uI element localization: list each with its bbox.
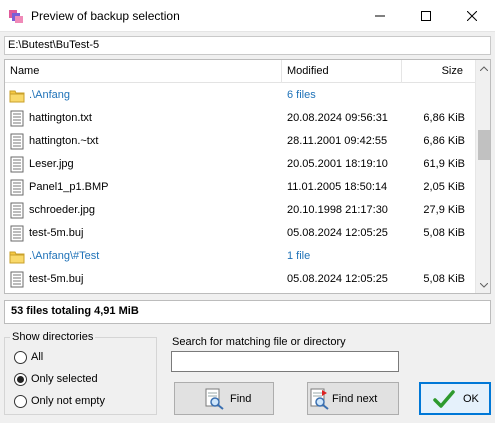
- cell-size: 6,86 KiB: [423, 135, 465, 147]
- file-icon: [9, 202, 25, 219]
- cell-name: test-5m.buj: [29, 273, 84, 285]
- scroll-down-button[interactable]: [476, 277, 490, 293]
- file-row[interactable]: test-5m.buj 05.08.2024 12:05:25 5,08 KiB: [5, 268, 475, 291]
- radio-only-not-empty[interactable]: Only not empty: [14, 393, 105, 409]
- cell-modified: 20.05.2001 18:19:10: [287, 158, 388, 170]
- radio-label: Only not empty: [31, 395, 105, 407]
- close-button[interactable]: [449, 0, 495, 31]
- folder-row[interactable]: .\Anfang 6 files: [5, 84, 475, 107]
- chevron-down-icon: [480, 282, 488, 288]
- find-next-label: Find next: [332, 392, 378, 405]
- cell-size: 5,08 KiB: [423, 273, 465, 285]
- find-next-button[interactable]: Find next: [307, 382, 399, 415]
- search-label: Search for matching file or directory: [172, 336, 346, 348]
- file-row[interactable]: test-5m.buj 05.08.2024 12:05:25 5,08 KiB: [5, 222, 475, 245]
- maximize-icon: [421, 10, 431, 21]
- cell-modified: 28.11.2001 09:42:55: [287, 135, 388, 147]
- vertical-scrollbar[interactable]: [475, 60, 490, 293]
- title-bar: Preview of backup selection: [0, 0, 495, 32]
- close-icon: [467, 10, 477, 21]
- cell-name: hattington.txt: [29, 112, 92, 124]
- cell-modified: 6 files: [287, 89, 316, 101]
- minimize-icon: [375, 15, 385, 16]
- find-next-icon: [308, 388, 330, 410]
- summary-text: 53 files totaling 4,91 MiB: [4, 300, 491, 324]
- checkmark-icon: [433, 388, 455, 410]
- file-list[interactable]: Name Modified Size .\Anfang 6 files hattin…: [4, 59, 491, 294]
- file-row[interactable]: Leser.jpg 20.05.2001 18:19:10 61,9 KiB: [5, 153, 475, 176]
- radio-label: All: [31, 351, 44, 363]
- radio-indicator: [14, 394, 27, 408]
- scroll-up-button[interactable]: [476, 60, 490, 76]
- radio-only-selected[interactable]: Only selected: [14, 371, 98, 387]
- file-icon: [9, 156, 25, 173]
- cell-name: schroeder.jpg: [29, 204, 96, 216]
- app-icon: [8, 8, 24, 24]
- cell-name: test-5m.buj: [29, 227, 84, 239]
- cell-modified: 11.01.2005 18:50:14: [287, 181, 388, 193]
- cell-modified: 13 files: [287, 291, 322, 293]
- radio-all[interactable]: All: [14, 349, 43, 365]
- folder-row[interactable]: .\Anfang\#Test 1 file: [5, 245, 475, 268]
- cell-size: 2,05 KiB: [423, 181, 465, 193]
- file-icon: [9, 225, 25, 242]
- cell-modified: 20.08.2024 09:56:31: [287, 112, 388, 124]
- cell-name: Leser.jpg: [29, 158, 74, 170]
- cell-size: [405, 245, 465, 268]
- search-input[interactable]: [171, 351, 399, 372]
- file-icon: [9, 271, 25, 288]
- cell-size: 6,86 KiB: [423, 112, 465, 124]
- column-header-size[interactable]: Size: [402, 60, 475, 83]
- file-icon: [9, 179, 25, 196]
- file-row[interactable]: hattington.txt 20.08.2024 09:56:31 6,86 Ki…: [5, 107, 475, 130]
- file-row[interactable]: Panel1_p1.BMP 11.01.2005 18:50:14 2,05 KiB: [5, 176, 475, 199]
- cell-name: .\Anfang: [29, 89, 70, 101]
- column-header-modified[interactable]: Modified: [282, 60, 402, 83]
- chevron-up-icon: [480, 65, 488, 71]
- cell-modified: 05.08.2024 12:05:25: [287, 227, 388, 239]
- radio-indicator: [14, 372, 27, 386]
- find-icon: [203, 388, 225, 410]
- cell-name: Panel1_p1.BMP: [29, 181, 109, 193]
- radio-indicator: [14, 350, 27, 364]
- radio-label: Only selected: [31, 373, 98, 385]
- cell-name: hattington.~txt: [29, 135, 99, 147]
- cell-size: [405, 291, 465, 293]
- cell-size: [405, 84, 465, 107]
- file-row[interactable]: hattington.~txt 28.11.2001 09:42:55 6,86 K…: [5, 130, 475, 153]
- cell-modified: 20.10.1998 21:17:30: [287, 204, 388, 216]
- cell-size: 5,08 KiB: [423, 227, 465, 239]
- ok-label: OK: [463, 392, 479, 405]
- scroll-thumb[interactable]: [478, 130, 490, 160]
- folder-row[interactable]: .\Bilder 13 files: [5, 291, 475, 293]
- list-rows: .\Anfang 6 files hattington.txt 20.08.2024 …: [5, 84, 475, 293]
- folder-icon: [9, 87, 25, 104]
- cell-name: .\Anfang\#Test: [29, 250, 100, 262]
- cell-modified: 1 file: [287, 250, 311, 262]
- window-title: Preview of backup selection: [31, 9, 180, 23]
- find-button[interactable]: Find: [174, 382, 274, 415]
- ok-button[interactable]: OK: [419, 382, 491, 415]
- file-icon: [9, 133, 25, 150]
- maximize-button[interactable]: [403, 0, 449, 31]
- file-row[interactable]: schroeder.jpg 20.10.1998 21:17:30 27,9 KiB: [5, 199, 475, 222]
- cell-name: .\Bilder: [29, 291, 63, 293]
- find-label: Find: [230, 392, 252, 405]
- cell-size: 27,9 KiB: [423, 204, 465, 216]
- minimize-button[interactable]: [357, 0, 403, 31]
- cell-modified: 05.08.2024 12:05:25: [287, 273, 388, 285]
- cell-size: 61,9 KiB: [423, 158, 465, 170]
- folder-icon: [9, 248, 25, 265]
- column-header-name[interactable]: Name: [5, 60, 282, 83]
- file-icon: [9, 110, 25, 127]
- radio-selected-dot: [17, 375, 24, 383]
- list-header: Name Modified Size: [5, 60, 475, 83]
- show-directories-label: Show directories: [10, 331, 96, 343]
- path-field: E:\Butest\BuTest-5: [4, 36, 491, 55]
